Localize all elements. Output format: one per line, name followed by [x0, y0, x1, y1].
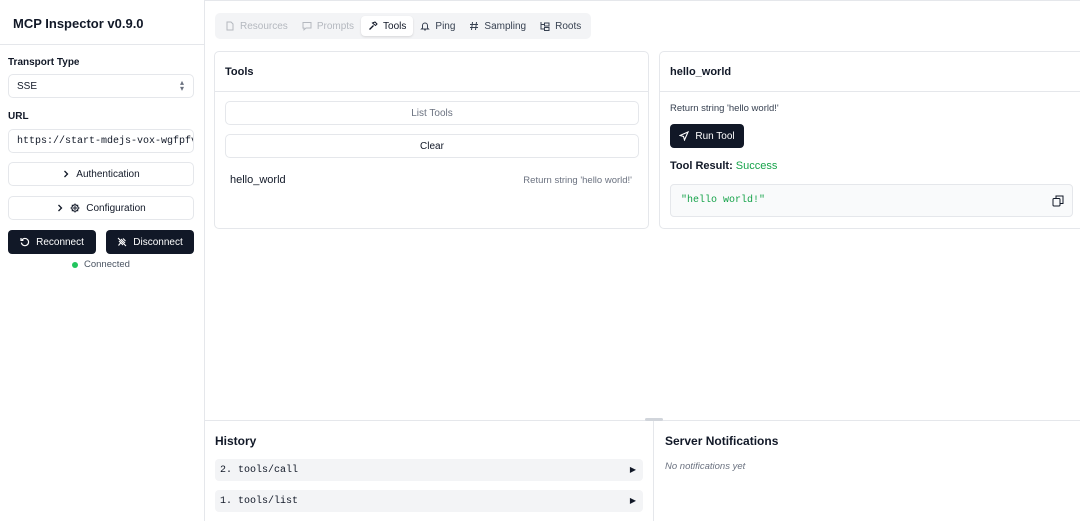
- tool-detail-description: Return string 'hello world!': [670, 103, 779, 114]
- url-value: https://start-mdejs-vox-wgfpfvu: [17, 135, 194, 147]
- sidebar: MCP Inspector v0.9.0 Transport Type SSE …: [0, 0, 205, 521]
- server-notifications-title: Server Notifications: [665, 434, 779, 448]
- tool-result-json: "hello world!": [681, 195, 766, 206]
- bottom-vertical-divider: [653, 421, 654, 521]
- tab-label: Tools: [383, 20, 407, 32]
- resize-handle[interactable]: [645, 418, 663, 421]
- history-title: History: [215, 434, 257, 448]
- configuration-label: Configuration: [86, 202, 146, 214]
- disconnect-label: Disconnect: [133, 236, 183, 248]
- configuration-toggle[interactable]: Configuration: [8, 196, 194, 220]
- tool-name: hello_world: [230, 174, 286, 186]
- status-text: Connected: [84, 259, 130, 270]
- top-border: [205, 0, 1080, 1]
- tab-prompts[interactable]: Prompts: [295, 16, 361, 36]
- history-item[interactable]: 2. tools/call ▶: [215, 459, 643, 481]
- tool-detail-title: hello_world: [660, 52, 1080, 92]
- status-dot: [72, 261, 78, 268]
- authentication-label: Authentication: [76, 168, 140, 180]
- rotate-ccw-icon: [20, 237, 30, 247]
- list-tools-button[interactable]: List Tools: [225, 101, 639, 125]
- tab-sampling[interactable]: Sampling: [462, 16, 533, 36]
- tab-tools[interactable]: Tools: [361, 16, 414, 36]
- file-icon: [226, 21, 234, 31]
- hash-icon: [470, 21, 479, 31]
- notifications-empty-text: No notifications yet: [665, 461, 746, 472]
- clear-button[interactable]: Clear: [225, 134, 639, 158]
- bottom-panel-divider: [205, 420, 1080, 421]
- disconnect-button[interactable]: Disconnect: [106, 230, 194, 254]
- url-label: URL: [8, 111, 29, 122]
- reconnect-label: Reconnect: [36, 236, 84, 248]
- expand-triangle-icon: ▶: [629, 466, 636, 475]
- tool-result-status: Success: [735, 160, 778, 172]
- hammer-icon: [369, 21, 378, 30]
- tool-description: Return string 'hello world!': [523, 174, 632, 186]
- app-title: MCP Inspector v0.9.0: [13, 16, 144, 31]
- reconnect-button[interactable]: Reconnect: [8, 230, 96, 254]
- folder-tree-icon: [540, 22, 550, 31]
- tools-panel-title: Tools: [215, 52, 648, 92]
- chevron-right-icon: [64, 170, 69, 178]
- gear-icon: [70, 203, 80, 213]
- unplug-icon: [117, 237, 127, 247]
- url-input[interactable]: https://start-mdejs-vox-wgfpfvu: [8, 129, 194, 153]
- copy-icon[interactable]: [1052, 195, 1064, 207]
- transport-type-value: SSE: [17, 80, 38, 92]
- tab-ping[interactable]: Ping: [413, 16, 462, 36]
- tool-result-heading: Tool Result: Success: [670, 160, 777, 172]
- tool-list-item[interactable]: hello_world Return string 'hello world!': [230, 174, 632, 186]
- bell-icon: [420, 22, 431, 31]
- title-divider: [0, 44, 204, 45]
- run-tool-label: Run Tool: [695, 130, 735, 142]
- tool-detail-panel: hello_world Return string 'hello world!'…: [659, 51, 1080, 229]
- tab-roots[interactable]: Roots: [533, 16, 588, 36]
- tool-result-label: Tool Result:: [670, 160, 733, 172]
- history-item-label: 2. tools/call: [220, 464, 299, 476]
- connection-status: Connected: [72, 259, 130, 270]
- chevron-right-icon: [58, 204, 63, 212]
- tab-label: Prompts: [316, 20, 355, 32]
- send-icon: [679, 131, 690, 141]
- tab-label: Resources: [240, 20, 288, 32]
- chevrons-up-down-icon: ▴ ▾: [179, 78, 184, 93]
- tab-label: Ping: [435, 20, 456, 32]
- history-item[interactable]: 1. tools/list ▶: [215, 490, 643, 512]
- transport-type-label: Transport Type: [8, 57, 80, 68]
- tab-label: Sampling: [484, 20, 527, 32]
- tab-label: Roots: [555, 20, 582, 32]
- expand-triangle-icon: ▶: [629, 497, 636, 506]
- run-tool-button[interactable]: Run Tool: [670, 124, 744, 148]
- message-icon: [302, 22, 312, 31]
- authentication-toggle[interactable]: Authentication: [8, 162, 194, 186]
- tab-bar: Resources Prompts Tools Ping Sampling Ro…: [215, 13, 592, 39]
- tools-panel: Tools List Tools Clear: [214, 51, 649, 229]
- tab-resources[interactable]: Resources: [218, 16, 295, 36]
- tool-result-box: "hello world!": [670, 184, 1073, 217]
- history-item-label: 1. tools/list: [220, 495, 299, 507]
- transport-type-select[interactable]: SSE ▴ ▾: [8, 74, 194, 98]
